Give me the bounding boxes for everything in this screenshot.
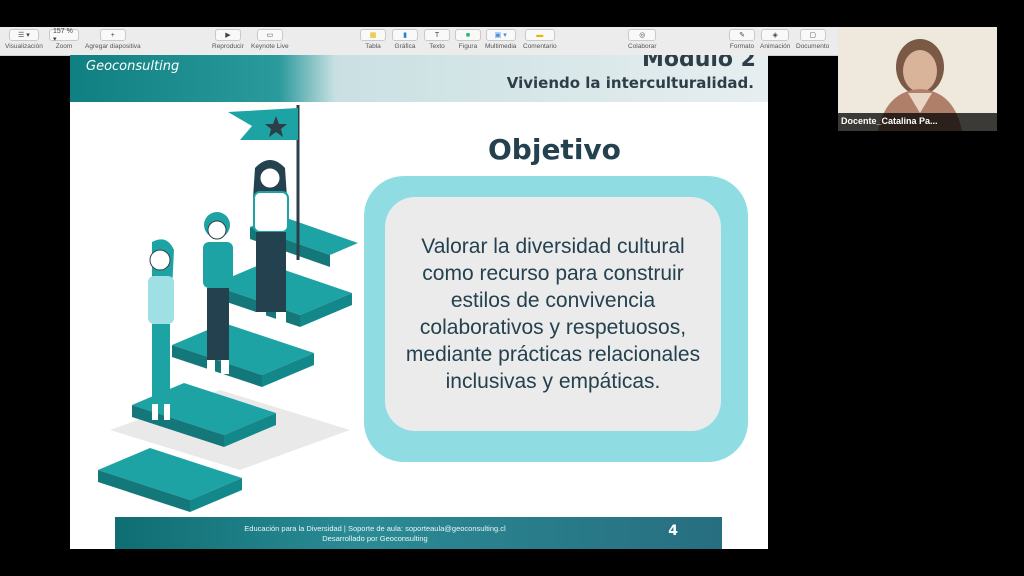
objective-text: Valorar la diversidad cultural como recu… — [405, 235, 701, 393]
participant-name: Docente_Catalina Pa... — [841, 116, 938, 126]
table-button[interactable]: ▦ Tabla — [360, 29, 386, 50]
geoconsulting-logo: Geoconsulting — [86, 59, 180, 74]
animation-icon: ◈ — [761, 29, 790, 41]
stairs-illustration — [98, 105, 358, 512]
collaborate-button[interactable]: ◎ Colaborar — [628, 29, 657, 50]
keynote-toolbar: ☰ ▾ Visualización 157 % ▾ Zoom + Agregar… — [0, 27, 838, 56]
view-button[interactable]: ☰ ▾ Visualización — [5, 29, 43, 50]
objective-inner-box: Valorar la diversidad cultural como recu… — [385, 197, 721, 431]
shape-button[interactable]: ■ Figura — [455, 29, 481, 50]
slide-page-number: 4 — [668, 523, 678, 539]
document-button[interactable]: ▢ Documento — [796, 29, 829, 50]
participant-video-tile[interactable]: Docente_Catalina Pa... — [838, 27, 997, 131]
add-slide-button[interactable]: + Agregar diapositiva — [85, 29, 141, 50]
chart-icon: ▮ — [392, 29, 418, 41]
animation-button[interactable]: ◈ Animación — [760, 29, 790, 50]
sidebar-icon: ☰ ▾ — [8, 29, 39, 41]
module-title: Modulo 2 — [641, 55, 756, 72]
plus-icon: + — [99, 29, 126, 41]
slide-header-banner: Geoconsulting Modulo 2 Viviendo la inter… — [70, 55, 768, 102]
table-icon: ▦ — [360, 29, 386, 41]
footer-support-line: Educación para la Diversidad | Soporte d… — [244, 524, 506, 533]
footer-developer-line: Desarrollado por Geoconsulting — [322, 534, 428, 543]
participant-name-bar: Docente_Catalina Pa... — [838, 113, 997, 131]
document-icon: ▢ — [799, 29, 826, 41]
chart-button[interactable]: ▮ Gráfica — [392, 29, 418, 50]
format-icon: ✎ — [729, 29, 755, 41]
woman-figure-middle — [203, 212, 233, 374]
comment-icon: ▬ — [524, 29, 555, 41]
zoom-icon: 157 % ▾ — [49, 28, 79, 43]
keynote-live-button[interactable]: ▭ Keynote Live — [251, 29, 289, 50]
zoom-button[interactable]: 157 % ▾ Zoom — [49, 28, 79, 50]
shape-icon: ■ — [455, 29, 481, 41]
collaborate-icon: ◎ — [628, 29, 657, 41]
text-icon: T — [424, 29, 450, 41]
module-subtitle: Viviendo la interculturalidad. — [506, 74, 754, 92]
objective-heading: Objetivo — [488, 133, 621, 166]
comment-button[interactable]: ▬ Comentario — [523, 29, 557, 50]
media-button[interactable]: ▣ ▾ Multimedia — [485, 29, 516, 50]
keynote-live-icon: ▭ — [256, 29, 283, 41]
slide-canvas[interactable]: Geoconsulting Modulo 2 Viviendo la inter… — [70, 55, 768, 549]
media-icon: ▣ ▾ — [485, 29, 516, 41]
text-button[interactable]: T Texto — [424, 29, 450, 50]
format-button[interactable]: ✎ Formato — [729, 29, 755, 50]
play-icon: ▶ — [214, 29, 241, 41]
woman-figure-right — [253, 160, 289, 326]
slide-footer: Educación para la Diversidad | Soporte d… — [115, 517, 722, 549]
play-button[interactable]: ▶ Reproducir — [212, 29, 244, 50]
